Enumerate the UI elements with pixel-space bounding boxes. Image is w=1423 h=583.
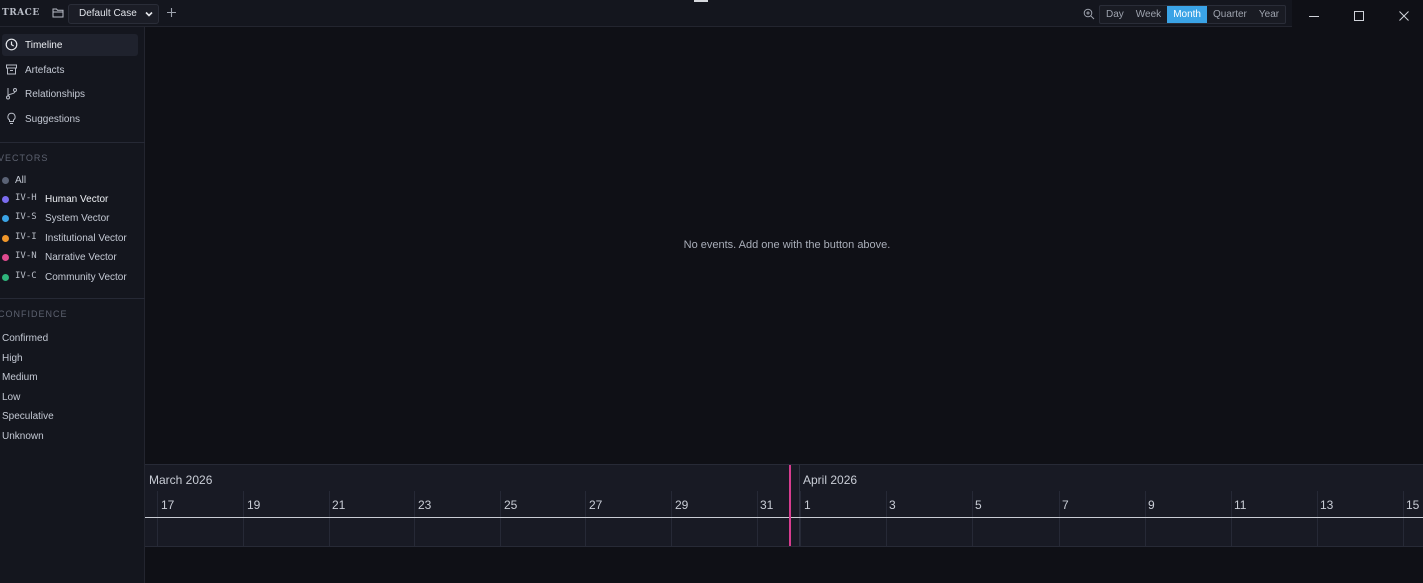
confidence-filter-high[interactable]: High [2,353,23,364]
sidebar-item-label: Artefacts [25,65,65,76]
tick-label: 31 [760,498,774,512]
vector-label: Institutional Vector [45,233,127,244]
confidence-filter-low[interactable]: Low [2,392,20,403]
lightbulb-icon [5,112,18,128]
confidence-section-title: CONFIDENCE [0,309,68,319]
vector-color-dot [2,177,9,184]
month-label-march: March 2026 [149,473,213,487]
tick-line [500,491,501,546]
tick-line [972,491,973,546]
tick-line [1059,491,1060,546]
confidence-filter-unknown[interactable]: Unknown [2,431,44,442]
drag-marker [694,0,708,2]
vector-code: IV-N [15,251,37,261]
case-select-value: Default Case [79,8,137,19]
sidebar-divider [0,142,145,143]
bottom-panel [145,547,1423,583]
tick-line [800,491,801,546]
timeline-axis-line [145,517,1423,518]
vector-color-dot [2,274,9,281]
git-branch-icon [5,87,18,103]
close-icon[interactable] [1398,10,1410,25]
vector-label: Narrative Vector [45,252,117,263]
tick-line [157,491,158,546]
sidebar: Timeline Artefacts Relationships Suggest… [0,27,145,583]
top-toolbar: TRACE Default Case Day Week Month Quarte… [0,0,1423,33]
confidence-filter-medium[interactable]: Medium [2,372,38,383]
vector-code: IV-C [15,271,37,281]
confidence-filter-confirmed[interactable]: Confirmed [2,333,48,344]
empty-state-message: No events. Add one with the button above… [683,239,891,251]
tick-line [585,491,586,546]
sidebar-item-relationships[interactable]: Relationships [2,83,138,105]
folder-open-icon[interactable] [52,7,64,21]
month-separator [799,465,800,546]
tick-line [329,491,330,546]
tick-line [1145,491,1146,546]
confidence-filter-speculative[interactable]: Speculative [2,411,54,422]
tick-line [1317,491,1318,546]
vector-color-dot [2,235,9,242]
tick-label: 25 [504,498,518,512]
vector-color-dot [2,215,9,222]
tick-line [414,491,415,546]
app-logo: TRACE [2,8,40,18]
vector-code: IV-S [15,212,37,222]
minimize-icon[interactable] [1308,10,1320,25]
tick-label: 5 [975,498,982,512]
tick-label: 11 [1234,498,1247,512]
today-marker [789,465,791,546]
maximize-icon[interactable] [1353,10,1365,25]
tick-label: 3 [889,498,896,512]
sidebar-item-suggestions[interactable]: Suggestions [2,108,138,130]
sidebar-item-label: Suggestions [25,114,81,125]
clock-icon [5,38,18,54]
sidebar-divider [0,298,145,299]
timeline-canvas[interactable]: No events. Add one with the button above… [145,27,1423,464]
zoom-in-icon[interactable] [1083,8,1095,23]
vector-label: System Vector [45,213,110,224]
scale-year-button[interactable]: Year [1253,6,1285,23]
tick-label: 23 [418,498,432,512]
tick-label: 1 [804,498,811,512]
scale-week-button[interactable]: Week [1130,6,1167,23]
tick-label: 15 [1406,498,1420,512]
scale-quarter-button[interactable]: Quarter [1207,6,1253,23]
vector-label: Human Vector [45,194,109,205]
tick-line [886,491,887,546]
vector-code: IV-H [15,193,37,203]
vector-label: Community Vector [45,272,127,283]
tick-label: 7 [1062,498,1069,512]
vector-code: IV-I [15,232,37,242]
tick-label: 13 [1320,498,1334,512]
sidebar-item-label: Timeline [25,40,63,51]
plus-icon[interactable] [166,7,177,21]
tick-line [757,491,758,546]
case-select[interactable]: Default Case [68,4,159,24]
vector-label: All [15,175,27,186]
tick-line [243,491,244,546]
tick-label: 21 [332,498,346,512]
archive-icon [5,63,18,79]
tick-label: 27 [589,498,603,512]
tick-label: 19 [247,498,261,512]
tick-line [1231,491,1232,546]
scale-day-button[interactable]: Day [1100,6,1130,23]
vectors-section-title: VECTORS [0,153,49,163]
time-scale-switcher: Day Week Month Quarter Year [1099,5,1287,24]
tick-label: 17 [161,498,175,512]
tick-label: 29 [675,498,689,512]
sidebar-item-artefacts[interactable]: Artefacts [2,59,138,81]
chevron-down-icon [144,8,154,26]
timeline-ruler[interactable]: March 2026 April 2026 17 19 21 23 25 27 … [145,464,1423,547]
tick-line [1403,491,1404,546]
vector-color-dot [2,254,9,261]
vector-color-dot [2,196,9,203]
sidebar-item-timeline[interactable]: Timeline [2,34,138,56]
tick-line [671,491,672,546]
sidebar-item-label: Relationships [25,89,86,100]
month-label-april: April 2026 [803,473,858,487]
scale-month-button[interactable]: Month [1167,6,1207,23]
tick-label: 9 [1148,498,1155,512]
